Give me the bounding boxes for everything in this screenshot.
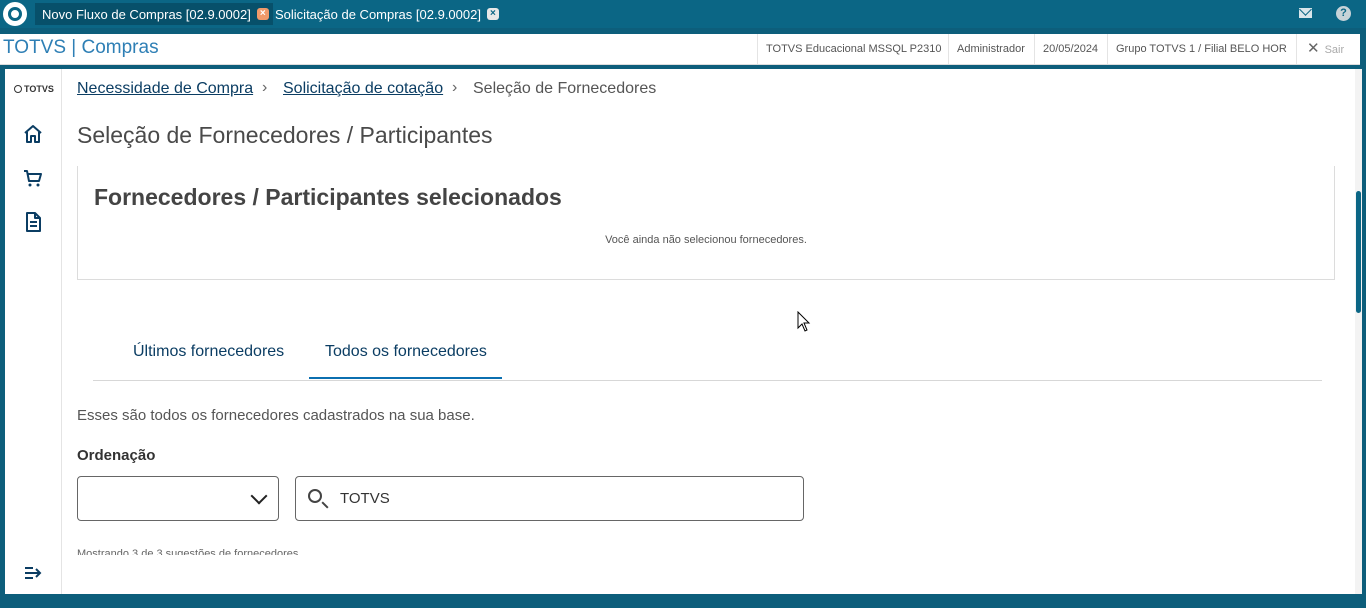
scrollbar-thumb[interactable] [1356, 191, 1361, 313]
tab-solicitacao[interactable]: Solicitação de Compras [02.9.0002] × [268, 3, 503, 25]
tab-ultimos-fornecedores[interactable]: Últimos fornecedores [133, 343, 284, 361]
tab-label: Solicitação de Compras [02.9.0002] [275, 6, 481, 22]
app-header: TOTVS | Compras TOTVS Educacional MSSQL … [0, 34, 1360, 65]
mouse-cursor-icon [797, 311, 811, 332]
supplier-tabs: Últimos fornecedores Todos os fornecedor… [93, 326, 1322, 381]
logout-label: Sair [1324, 44, 1345, 56]
card-title: Fornecedores / Participantes selecionado… [94, 184, 562, 210]
branch-info[interactable]: Grupo TOTVS 1 / Filial BELO HOR [1107, 34, 1295, 64]
close-icon: ✕ [1307, 40, 1320, 57]
date-info[interactable]: 20/05/2024 [1034, 34, 1106, 64]
home-icon[interactable] [23, 124, 43, 144]
cart-icon[interactable] [23, 168, 43, 188]
tab-label: Novo Fluxo de Compras [02.9.0002] [42, 6, 251, 22]
scrollbar[interactable] [1355, 69, 1362, 594]
tab-novo-fluxo[interactable]: Novo Fluxo de Compras [02.9.0002] × [35, 3, 273, 25]
tab-todos-fornecedores[interactable]: Todos os fornecedores [325, 343, 487, 361]
sidebar: TOTVS [5, 69, 62, 594]
main-content: Necessidade de Compra › Solicitação de c… [62, 69, 1362, 594]
tab-description: Esses são todos os fornecedores cadastra… [77, 407, 475, 424]
mail-icon[interactable] [1299, 8, 1312, 18]
page-title: Seleção de Fornecedores / Participantes [77, 122, 493, 148]
search-input[interactable]: TOTVS [295, 476, 804, 521]
totvs-logo-icon [14, 85, 22, 93]
empty-message: Você ainda não selecionou fornecedores. [605, 234, 807, 246]
ordering-select[interactable] [77, 476, 279, 521]
ordering-label: Ordenação [77, 447, 156, 464]
search-icon [308, 489, 322, 503]
chevron-down-icon [250, 487, 268, 505]
brand-title: TOTVS | Compras [3, 37, 159, 58]
breadcrumb-current: Seleção de Fornecedores [473, 80, 657, 97]
app-tab-bar: Novo Fluxo de Compras [02.9.0002] × Soli… [0, 0, 1366, 28]
help-icon[interactable]: ? [1336, 6, 1351, 21]
breadcrumb-solicitacao[interactable]: Solicitação de cotação [283, 80, 443, 98]
user-info[interactable]: Administrador [948, 34, 1033, 64]
active-tab-indicator [309, 377, 502, 379]
breadcrumb-necessidade[interactable]: Necessidade de Compra [77, 80, 253, 98]
sidebar-logo: TOTVS [14, 84, 54, 94]
chevron-right-icon: › [452, 79, 458, 96]
environment-info[interactable]: TOTVS Educacional MSSQL P2310 [757, 34, 949, 64]
chevron-right-icon: › [262, 79, 268, 96]
logout-button[interactable]: ✕ Sair [1296, 34, 1360, 64]
search-value: TOTVS [340, 490, 390, 507]
sidebar-logo-text: TOTVS [24, 84, 54, 94]
totvs-logo-icon[interactable] [3, 2, 27, 26]
selected-suppliers-card: Fornecedores / Participantes selecionado… [77, 166, 1335, 280]
document-icon[interactable] [23, 212, 43, 232]
close-icon[interactable]: × [486, 8, 499, 20]
content-frame: TOTVS Necessidade de Compra › Solicitaçã… [5, 69, 1362, 594]
results-count: Mostrando 3 de 3 sugestões de fornecedor… [77, 548, 299, 555]
menu-collapse-icon[interactable] [23, 563, 43, 583]
